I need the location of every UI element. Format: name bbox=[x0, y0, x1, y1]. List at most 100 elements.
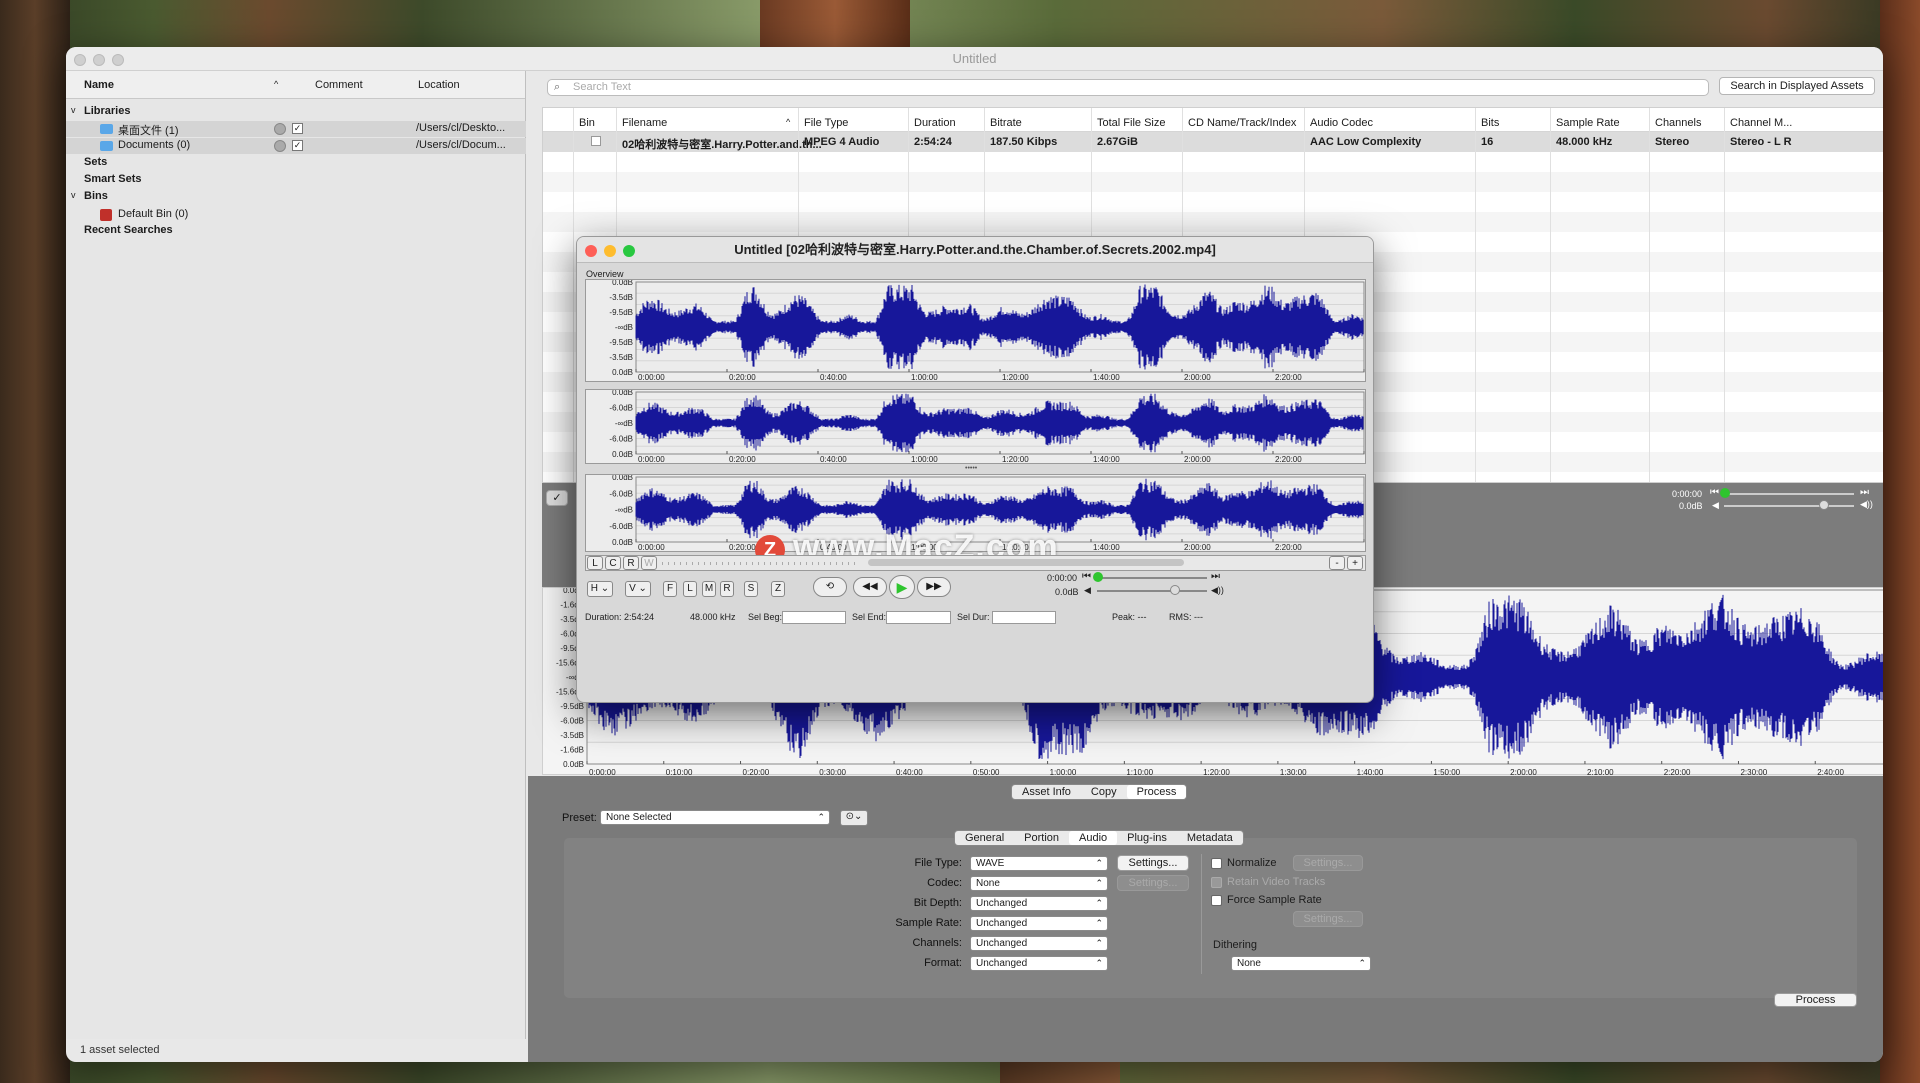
horizontal-scrollbar[interactable] bbox=[868, 559, 1184, 566]
file-type-select[interactable]: WAVE bbox=[970, 856, 1108, 871]
disclosure-icon[interactable]: v bbox=[71, 105, 76, 115]
checkmark-button[interactable]: ✓ bbox=[546, 490, 568, 506]
tree-item-smart-sets[interactable]: Smart Sets bbox=[66, 173, 526, 189]
tree-item-default-bin[interactable]: Default Bin (0) bbox=[66, 207, 526, 223]
tree-item-desktop-folder[interactable]: 桌面文件 (1) ✓ /Users/cl/Deskto... bbox=[66, 121, 526, 137]
process-button[interactable]: Process bbox=[1774, 993, 1857, 1007]
include-checkbox[interactable]: ✓ bbox=[292, 140, 303, 151]
sel-beg-field[interactable] bbox=[782, 611, 846, 624]
tab-audio[interactable]: Audio bbox=[1069, 831, 1118, 845]
tab-copy[interactable]: Copy bbox=[1081, 785, 1127, 799]
format-select[interactable]: Unchanged bbox=[970, 956, 1108, 971]
minimize-button[interactable] bbox=[93, 54, 105, 66]
y-tick-label: -∞dB bbox=[615, 419, 633, 428]
sample-rate-select[interactable]: Unchanged bbox=[970, 916, 1108, 931]
rewind-icon[interactable]: ◀◀ bbox=[853, 577, 887, 597]
zoom-in-button[interactable]: + bbox=[1347, 556, 1363, 570]
sel-end-field[interactable] bbox=[886, 611, 951, 624]
tab-portion[interactable]: Portion bbox=[1014, 831, 1069, 845]
tab-metadata[interactable]: Metadata bbox=[1177, 831, 1243, 845]
skip-back-icon[interactable]: ⏮ bbox=[1710, 487, 1719, 498]
include-checkbox[interactable]: ✓ bbox=[292, 123, 303, 134]
skip-back-icon[interactable]: ⏮ bbox=[1082, 571, 1091, 582]
channels-select[interactable]: Unchanged bbox=[970, 936, 1108, 951]
zoom-button[interactable] bbox=[112, 54, 124, 66]
codec-select[interactable]: None bbox=[970, 876, 1108, 891]
view-z-button[interactable]: Z bbox=[771, 581, 785, 597]
channel-l-button[interactable]: L bbox=[587, 556, 603, 570]
x-tick-label: 2:00:00 bbox=[1510, 768, 1537, 776]
close-button[interactable] bbox=[74, 54, 86, 66]
channel-w-button[interactable]: W bbox=[641, 556, 657, 570]
view-s-button[interactable]: S bbox=[744, 581, 758, 597]
x-tick-label: 0:20:00 bbox=[729, 543, 756, 551]
dithering-select[interactable]: None bbox=[1231, 956, 1371, 971]
sample-rate-settings-button[interactable]: Settings... bbox=[1293, 911, 1363, 927]
volume-knob[interactable] bbox=[1819, 500, 1829, 510]
skip-forward-icon[interactable]: ⏭ bbox=[1211, 571, 1220, 582]
normalize-settings-button[interactable]: Settings... bbox=[1293, 855, 1363, 871]
waveform-path bbox=[635, 284, 1364, 370]
overview-label: Overview bbox=[586, 269, 624, 279]
play-icon[interactable]: ▶ bbox=[889, 575, 915, 599]
tab-plug-ins[interactable]: Plug-ins bbox=[1117, 831, 1177, 845]
force-sample-rate-checkbox[interactable] bbox=[1211, 895, 1222, 906]
channel-left-waveform[interactable]: 0.0dB -6.0dB -∞dB -6.0dB 0.0dB 0:00:00 0:20:00… bbox=[585, 388, 1373, 464]
view-f-button[interactable]: F bbox=[663, 581, 677, 597]
view-r-button[interactable]: R bbox=[720, 581, 734, 597]
dialog-position-slider[interactable] bbox=[1097, 577, 1207, 579]
fast-forward-icon[interactable]: ▶▶ bbox=[917, 577, 951, 597]
volume-low-icon: ◀ bbox=[1712, 500, 1719, 510]
x-tick-label: 0:00:00 bbox=[589, 768, 616, 776]
tab-general[interactable]: General bbox=[955, 831, 1014, 845]
column-header-location[interactable]: Location bbox=[418, 79, 460, 91]
overview-waveform[interactable]: 0.0dB -3.5dB -9.5dB -∞dB -9.5dB -3.5dB 0.0dB 0:… bbox=[585, 278, 1373, 382]
preset-select[interactable]: None Selected bbox=[600, 810, 830, 825]
position-slider[interactable] bbox=[1724, 493, 1854, 495]
v-select-value: V bbox=[629, 583, 636, 594]
dialog-close-button[interactable] bbox=[585, 245, 597, 257]
table-row-empty bbox=[543, 192, 1883, 212]
search-input[interactable]: ⌕ Search Text bbox=[547, 79, 1709, 96]
position-knob[interactable] bbox=[1720, 488, 1730, 498]
dialog-volume-slider[interactable] bbox=[1097, 590, 1207, 592]
skip-forward-icon[interactable]: ⏭ bbox=[1860, 487, 1869, 498]
dialog-volume-knob[interactable] bbox=[1170, 585, 1180, 595]
v-select[interactable]: V ⌄ bbox=[625, 581, 651, 597]
file-type-settings-button[interactable]: Settings... bbox=[1117, 855, 1189, 871]
column-header-name[interactable]: Name bbox=[84, 79, 114, 91]
splitter-handle[interactable]: ••••• bbox=[965, 465, 977, 472]
tree-item-documents[interactable]: Documents (0) ✓ /Users/cl/Docum... bbox=[66, 138, 526, 154]
channel-c-button[interactable]: C bbox=[605, 556, 621, 570]
divider bbox=[1201, 854, 1202, 974]
tab-asset-info[interactable]: Asset Info bbox=[1012, 785, 1081, 799]
column-header-comment[interactable]: Comment bbox=[315, 79, 363, 91]
view-l-button[interactable]: L bbox=[683, 581, 697, 597]
view-m-button[interactable]: M bbox=[702, 581, 716, 597]
tree-item-recent-searches[interactable]: Recent Searches bbox=[66, 224, 526, 240]
dialog-zoom-button[interactable] bbox=[623, 245, 635, 257]
disclosure-icon[interactable]: v bbox=[71, 190, 76, 200]
preset-actions-icon[interactable]: ⊙⌄ bbox=[840, 810, 868, 826]
tree-item-sets[interactable]: Sets bbox=[66, 156, 526, 172]
tree-item-bins[interactable]: v Bins bbox=[66, 190, 526, 206]
zoom-out-button[interactable]: - bbox=[1329, 556, 1345, 570]
bin-checkbox[interactable] bbox=[591, 136, 601, 146]
bit-depth-select[interactable]: Unchanged bbox=[970, 896, 1108, 911]
retain-video-checkbox[interactable] bbox=[1211, 877, 1222, 888]
tree-item-libraries[interactable]: v Libraries bbox=[66, 105, 526, 121]
table-cell: MPEG 4 Audio bbox=[804, 136, 880, 148]
h-select[interactable]: H ⌄ bbox=[587, 581, 613, 597]
search-displayed-assets-button[interactable]: Search in Displayed Assets bbox=[1719, 77, 1875, 95]
channel-r-button[interactable]: R bbox=[623, 556, 639, 570]
normalize-checkbox[interactable] bbox=[1211, 858, 1222, 869]
volume-slider[interactable] bbox=[1724, 505, 1854, 507]
dialog-minimize-button[interactable] bbox=[604, 245, 616, 257]
codec-settings-button[interactable]: Settings... bbox=[1117, 875, 1189, 891]
sel-dur-field[interactable] bbox=[992, 611, 1056, 624]
bin-icon bbox=[100, 209, 112, 221]
dialog-position-knob[interactable] bbox=[1093, 572, 1103, 582]
loop-icon[interactable]: ⟲ bbox=[813, 577, 847, 597]
table-row[interactable]: 02哈利波特与密室.Harry.Potter.and.th... MPEG 4 … bbox=[543, 132, 1883, 152]
tab-process[interactable]: Process bbox=[1126, 785, 1187, 799]
